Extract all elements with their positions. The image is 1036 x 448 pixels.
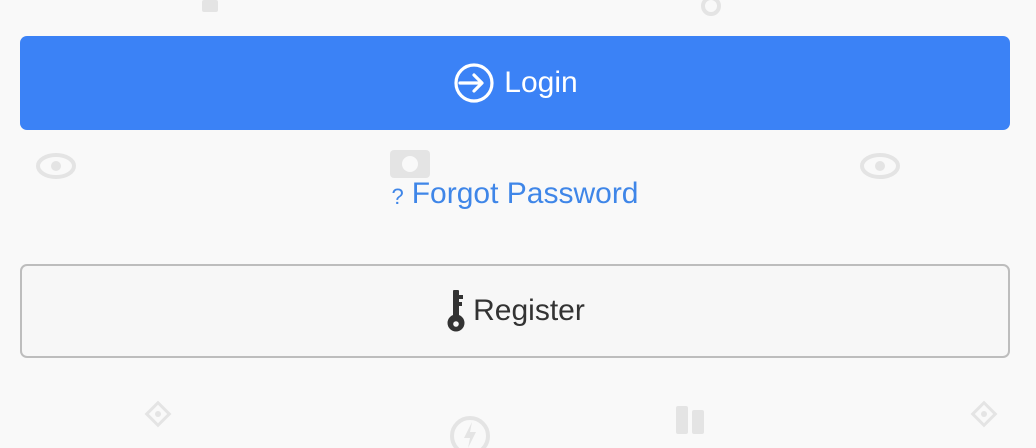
- sign-in-icon: [452, 61, 496, 105]
- decorative-tools-icon: [670, 400, 710, 440]
- decorative-bolt-icon: [448, 414, 492, 448]
- forgot-password-link[interactable]: ? Forgot Password: [0, 172, 1030, 216]
- decorative-tag-icon: [968, 398, 1000, 430]
- login-button-label: Login: [504, 66, 578, 99]
- decorative-lock-icon: [196, 0, 224, 14]
- login-button[interactable]: Login: [20, 36, 1010, 130]
- decorative-tag-icon: [142, 398, 174, 430]
- register-button[interactable]: Register: [20, 264, 1010, 358]
- key-icon: [445, 289, 467, 333]
- register-button-label: Register: [473, 294, 585, 327]
- forgot-password-label: Forgot Password: [411, 177, 639, 210]
- question-icon: ?: [391, 184, 404, 209]
- decorative-gear-icon: [694, 0, 728, 16]
